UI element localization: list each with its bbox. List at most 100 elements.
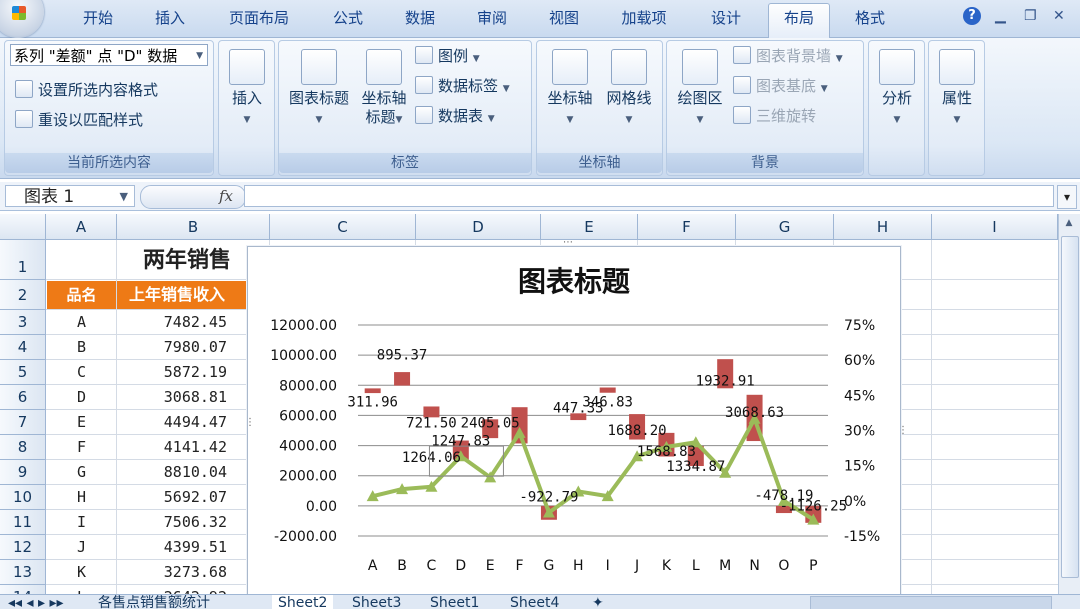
chart-elements-select[interactable]: 系列 "差额" 点 "D" 数据 ▼ [10,44,208,66]
row-header-12[interactable]: 12 [0,535,46,560]
column-header-c[interactable]: C [270,214,416,240]
cell-product-name[interactable]: G [47,460,116,485]
cell-product-name[interactable]: L [47,585,116,594]
cell-sales-value[interactable]: 5872.19 [117,360,227,385]
cell-product-name[interactable]: E [47,410,116,435]
cell-sales-value[interactable]: 4141.42 [117,435,227,460]
cell-product-name[interactable]: B [47,335,116,360]
tab-review[interactable]: 审阅 [462,6,522,30]
cell-product-name[interactable]: J [47,535,116,560]
format-selection-button[interactable]: 设置所选内容格式 [15,79,158,101]
column-header-d[interactable]: D [416,214,541,240]
chart-title[interactable]: 图表标题 [518,265,630,298]
row-header-11[interactable]: 11 [0,510,46,535]
header-last-year-sales[interactable]: 上年销售收入 [117,281,247,309]
chart-resize-handle-right[interactable]: ⋮ [898,425,908,439]
column-header-a[interactable]: A [46,214,117,240]
row-header-5[interactable]: 5 [0,360,46,385]
row-header-6[interactable]: 6 [0,385,46,410]
cell-sales-value[interactable]: 3273.68 [117,560,227,585]
chart-floor-button[interactable]: 图表基底 ▼ [733,75,828,97]
cell-sales-value[interactable]: 7482.45 [117,310,227,335]
expand-formula-icon[interactable]: ▾ [1057,185,1077,209]
reset-style-button[interactable]: 重设以匹配样式 [15,109,143,131]
cell-product-name[interactable]: A [47,310,116,335]
scroll-up-icon[interactable]: ▲ [1061,218,1077,232]
column-header-h[interactable]: H [834,214,932,240]
cell-sales-value[interactable]: 7980.07 [117,335,227,360]
tab-page-layout[interactable]: 页面布局 [214,6,304,30]
row-header-4[interactable]: 4 [0,335,46,360]
help-icon[interactable]: ? [963,7,981,25]
cell-sales-value[interactable]: 3068.81 [117,385,227,410]
tab-format[interactable]: 格式 [840,6,900,30]
vertical-scrollbar[interactable]: ▲ [1058,214,1080,594]
chart-resize-handle-left[interactable]: ⋮ [245,417,255,431]
sheet-tab-3[interactable]: Sheet3 [352,595,401,609]
chart-wall-button[interactable]: 图表背景墙 ▼ [733,45,843,67]
plot-area-button[interactable]: 绘图区 ▼ [670,49,730,130]
formula-input[interactable] [244,185,1054,207]
row-header-9[interactable]: 9 [0,460,46,485]
cell-sales-value[interactable]: 4399.51 [117,535,227,560]
header-product-name[interactable]: 品名 [47,281,116,309]
rotation-3d-button[interactable]: 三维旋转 [733,105,816,127]
gridlines-button[interactable]: 网格线 ▼ [599,49,659,130]
cell-sales-value[interactable]: 7506.32 [117,510,227,535]
row-header-7[interactable]: 7 [0,410,46,435]
data-table-button[interactable]: 数据表 ▼ [415,105,495,127]
scrollbar-thumb[interactable] [1061,236,1079,578]
row-header-8[interactable]: 8 [0,435,46,460]
cell-product-name[interactable]: C [47,360,116,385]
cell-product-name[interactable]: I [47,510,116,535]
sheet-nav-icon[interactable]: ◂◂ ◂ ▸ ▸▸ [8,595,64,609]
row-header-10[interactable]: 10 [0,485,46,510]
cell-product-name[interactable]: H [47,485,116,510]
sheet-tab-5[interactable]: Sheet4 [510,595,559,609]
cell-product-name[interactable]: F [47,435,116,460]
sheet-tab-4[interactable]: Sheet1 [430,595,479,609]
chart-resize-handle-top[interactable]: ⋯ [563,237,573,248]
row-header-13[interactable]: 13 [0,560,46,585]
select-all-corner[interactable] [0,214,46,240]
cell-sales-value[interactable]: 2642.92 [117,585,227,594]
restore-icon[interactable]: ❐ [1024,8,1037,24]
data-labels-button[interactable]: 数据标签 ▼ [415,75,510,97]
column-header-b[interactable]: B [117,214,270,240]
tab-addins[interactable]: 加载项 [606,6,682,30]
row-header-2[interactable]: 2 [0,280,46,310]
office-button[interactable] [0,0,44,38]
analysis-button[interactable]: 分析 ▼ [872,49,922,130]
name-box[interactable]: 图表 1 ▼ [5,185,135,207]
close-icon[interactable]: ✕ [1053,8,1065,24]
cell-sales-value[interactable]: 4494.47 [117,410,227,435]
sheet-title[interactable]: 两年销售 [117,242,267,280]
tab-view[interactable]: 视图 [534,6,594,30]
tab-insert[interactable]: 插入 [140,6,200,30]
tab-home[interactable]: 开始 [68,6,128,30]
axes-button[interactable]: 坐标轴 ▼ [540,49,600,130]
properties-button[interactable]: 属性 ▼ [932,49,982,130]
cell-product-name[interactable]: D [47,385,116,410]
sheet-tab-1[interactable]: 各售点销售额统计 [98,595,210,609]
sheet-tab-2[interactable]: Sheet2 [272,595,334,609]
row-header-14[interactable]: 14 [0,585,46,594]
insert-button[interactable]: 插入 ▼ [222,49,272,130]
cell-sales-value[interactable]: 8810.04 [117,460,227,485]
fx-icon[interactable]: fx [219,187,233,205]
axis-title-button[interactable]: 坐标轴 标题▼ [354,49,414,130]
minimize-icon[interactable]: ▁ [995,8,1006,24]
tab-layout[interactable]: 布局 [768,3,830,38]
chart-object[interactable]: 图表标题 12000.00 10000.00 8000.00 6000.00 4000.… [245,237,908,608]
column-header-e[interactable]: E [541,214,638,240]
column-header-f[interactable]: F [638,214,736,240]
tab-formulas[interactable]: 公式 [318,6,378,30]
chevron-down-icon[interactable]: ▼ [120,186,128,208]
column-header-i[interactable]: I [932,214,1058,240]
row-header-3[interactable]: 3 [0,310,46,335]
tab-data[interactable]: 数据 [390,6,450,30]
legend-button[interactable]: 图例 ▼ [415,45,480,67]
cell-sales-value[interactable]: 5692.07 [117,485,227,510]
row-header-1[interactable]: 1 [0,240,46,280]
cell-product-name[interactable]: K [47,560,116,585]
